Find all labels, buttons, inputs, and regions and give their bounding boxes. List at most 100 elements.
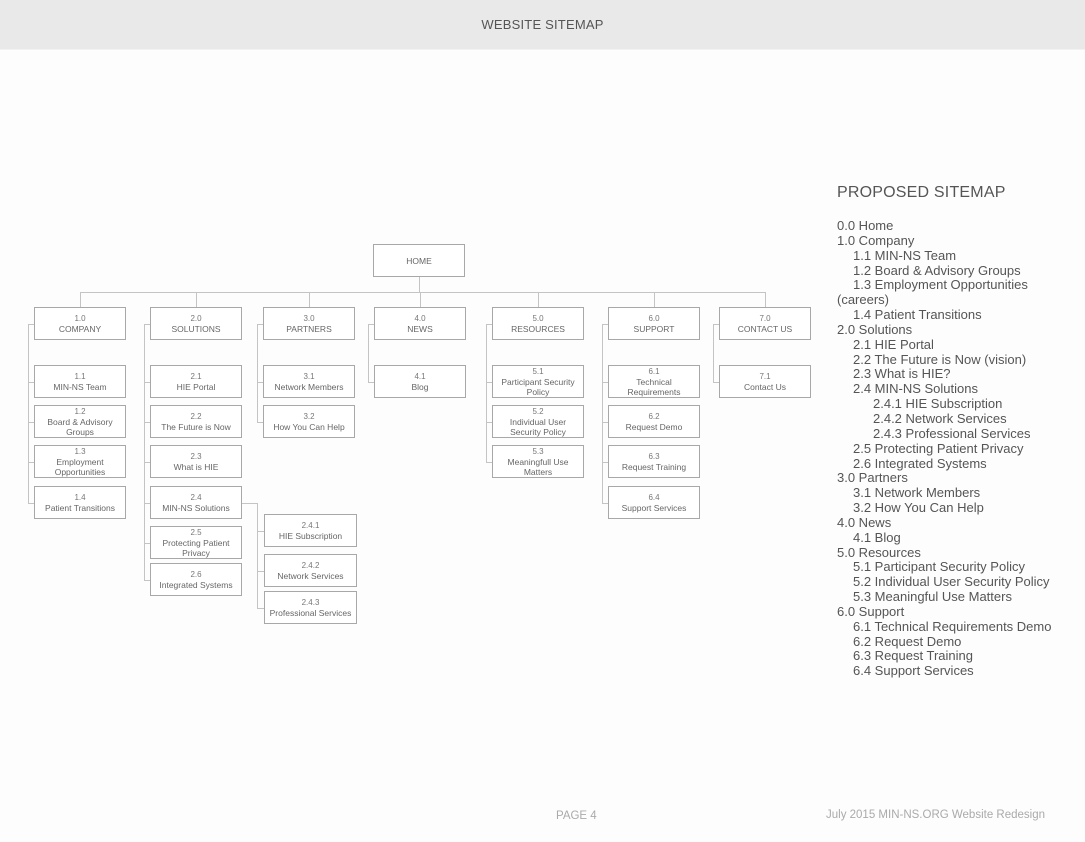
node-number: 2.0 [190, 313, 202, 323]
page-node: 2.5 Protecting Patient Privacy [150, 526, 242, 559]
outline-item: 5.3 Meaningful Use Matters [853, 589, 1012, 605]
outline-item: 6.1 Technical Requirements Demo [853, 618, 1052, 634]
connector-line [419, 277, 420, 292]
node-label: Network Members [274, 381, 344, 392]
outline-item: 2.4.2 Network Services [873, 410, 1007, 426]
section-node-partners: 3.0 PARTNERS [263, 307, 355, 340]
subpage-node: 2.4.2 Network Services [264, 554, 357, 587]
page-node: 2.2 The Future is Now [150, 405, 242, 438]
section-node-support: 6.0 SUPPORT [608, 307, 700, 340]
node-number: 2.3 [190, 451, 202, 461]
outline-item: 6.2 Request Demo [853, 633, 962, 649]
outline-item: 3.2 How You Can Help [853, 500, 984, 516]
node-label: HIE Portal [176, 381, 216, 392]
subpage-node: 2.4.3 Professional Services [264, 591, 357, 624]
node-label: MIN-NS Team [53, 381, 107, 392]
node-label: Technical Requirements [627, 376, 681, 397]
outline-item: 2.4.1 HIE Subscription [873, 396, 1003, 412]
page-node: 1.4 Patient Transitions [34, 486, 126, 519]
connector-line [420, 292, 421, 307]
page-node: 6.3 Request Training [608, 445, 700, 478]
node-number: 3.1 [303, 371, 315, 381]
node-number: 1.0 [74, 313, 86, 323]
node-label: Employment Opportunities [54, 456, 106, 477]
node-label: SUPPORT [633, 323, 675, 334]
node-number: 6.2 [648, 411, 660, 421]
page-node: 1.1 MIN-NS Team [34, 365, 126, 398]
node-label: Participant Security Policy [501, 376, 575, 397]
node-label: NEWS [407, 323, 433, 334]
outline-item: 6.4 Support Services [853, 663, 974, 679]
node-label: Request Demo [625, 421, 683, 432]
page-node: 1.3 Employment Opportunities [34, 445, 126, 478]
section-node-news: 4.0 NEWS [374, 307, 466, 340]
page-node: 5.3 Meaningfull Use Matters [492, 445, 584, 478]
outline-item: 2.2 The Future is Now (vision) [853, 351, 1027, 367]
node-number: 2.4.1 [301, 520, 320, 530]
outline-item: 5.0 Resources [837, 544, 921, 560]
node-label: RESOURCES [511, 323, 565, 334]
node-number: 5.2 [532, 406, 544, 416]
page-node: 2.6 Integrated Systems [150, 563, 242, 596]
node-label: Professional Services [269, 607, 352, 618]
node-number: 4.1 [414, 371, 426, 381]
outline-item: 6.0 Support [837, 603, 905, 619]
node-number: 1.4 [74, 492, 86, 502]
outline-item: 2.5 Protecting Patient Privacy [853, 440, 1024, 456]
node-number: 2.4.2 [301, 560, 320, 570]
node-number: 6.0 [648, 313, 660, 323]
node-number: 3.2 [303, 411, 315, 421]
page-node: 5.2 Individual User Security Policy [492, 405, 584, 438]
outline-item: 2.6 Integrated Systems [853, 455, 987, 471]
node-label: Support Services [621, 502, 687, 513]
page-node: 3.1 Network Members [263, 365, 355, 398]
proposed-sitemap-list: PROPOSED SITEMAP 0.0 Home 1.0 Company 1.1 … [837, 184, 1077, 679]
sidebar-title: PROPOSED SITEMAP [837, 184, 1006, 201]
node-number: 7.1 [759, 371, 771, 381]
outline-item: 1.2 Board & Advisory Groups [853, 262, 1021, 278]
section-node-solutions: 2.0 SOLUTIONS [150, 307, 242, 340]
node-number: 5.0 [532, 313, 544, 323]
node-label: Meaningfull Use Matters [507, 456, 569, 477]
connector-line [602, 323, 603, 503]
outline-item: 2.4 MIN-NS Solutions [853, 381, 978, 397]
connector-line [80, 292, 81, 307]
node-number: 1.3 [74, 446, 86, 456]
connector-line [713, 323, 714, 382]
outline-item: (careers) [837, 292, 890, 308]
page-node: 6.4 Support Services [608, 486, 700, 519]
connector-line [368, 323, 369, 382]
node-number: 5.1 [532, 366, 544, 376]
node-number: 2.4 [190, 492, 202, 502]
node-label: Blog [411, 381, 429, 392]
node-label: SOLUTIONS [171, 323, 221, 334]
node-label: The Future is Now [161, 421, 231, 432]
page-node: 2.1 HIE Portal [150, 365, 242, 398]
node-label: Request Training [621, 461, 687, 472]
outline-item: 2.4.3 Professional Services [873, 425, 1031, 441]
node-number: 6.1 [648, 366, 660, 376]
outline-item: 2.3 What is HIE? [853, 366, 951, 382]
node-label: CONTACT US [737, 323, 793, 334]
connector-line [257, 607, 264, 609]
outline-item: 2.0 Solutions [837, 321, 913, 337]
node-label: Protecting Patient Privacy [162, 537, 230, 558]
home-node: HOME [373, 244, 465, 277]
section-node-contact-us: 7.0 CONTACT US [719, 307, 811, 340]
connector-line [538, 292, 539, 307]
node-number: 4.0 [414, 313, 426, 323]
connector-line [257, 570, 264, 572]
connector-line [196, 292, 197, 307]
page-node: 6.2 Request Demo [608, 405, 700, 438]
connector-line [654, 292, 655, 307]
node-label: Network Services [277, 570, 344, 581]
outline-item: 1.3 Employment Opportunities [853, 277, 1028, 293]
node-number: 2.1 [190, 371, 202, 381]
outline-item: 6.3 Request Training [853, 648, 973, 664]
node-label: Board & Advisory Groups [47, 416, 113, 437]
page-number: PAGE 4 [556, 810, 597, 822]
connector-line [28, 323, 29, 503]
footer-credit: July 2015 MIN-NS.ORG Website Redesign [826, 809, 1046, 821]
node-label: PARTNERS [286, 323, 332, 334]
outline-item: 4.1 Blog [853, 529, 901, 545]
